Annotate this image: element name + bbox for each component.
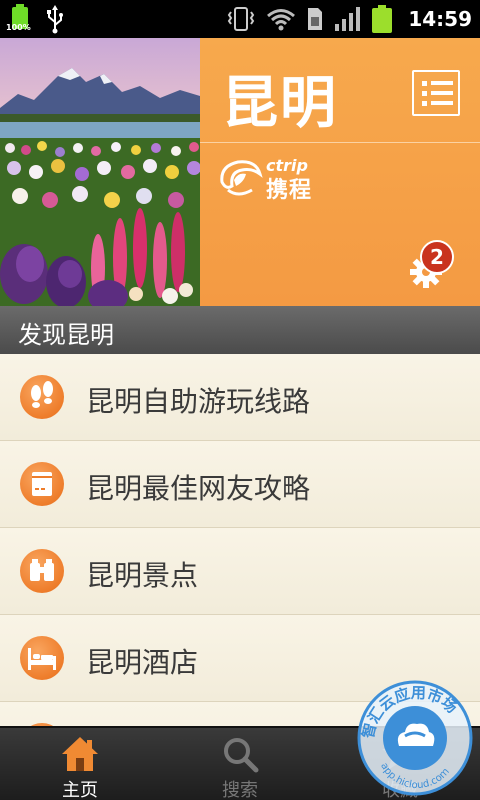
wifi-icon (267, 9, 296, 31)
ctrip-dolphin-icon (220, 160, 263, 196)
ctrip-chinese-text: 携程 (266, 178, 313, 203)
battery-icon (372, 5, 393, 33)
hicloud-watermark-logo: 智汇云应用市场 app.hicloud.com (357, 680, 473, 796)
city-photo (0, 38, 200, 306)
battery-percent-label: 100% (6, 23, 31, 32)
home-icon (62, 737, 98, 771)
tab-search-label: 搜索 (222, 780, 258, 800)
list-item-self-guided-routes[interactable]: 昆明自助游玩线路 (0, 354, 480, 441)
tab-home-label: 主页 (62, 780, 98, 800)
ctrip-logo: ctrip 携程 (216, 156, 336, 203)
vibrate-icon (228, 7, 255, 31)
list-item-user-guides[interactable]: 昆明最佳网友攻略 (0, 441, 480, 528)
list-item-label: 昆明景点 (86, 559, 199, 592)
tab-home[interactable]: 主页 (0, 728, 160, 800)
menu-button[interactable] (412, 70, 460, 116)
list-item-label: 昆明自助游玩线路 (86, 385, 311, 418)
binoculars-icon (20, 549, 64, 593)
status-bar: 100% 14:59 (0, 0, 480, 38)
battery-full-icon: 100% (6, 4, 31, 34)
search-icon (224, 738, 259, 773)
sim-card-icon (308, 8, 323, 30)
list-item-label: 昆明最佳网友攻略 (86, 472, 311, 505)
list-item-label: 昆明酒店 (86, 646, 199, 679)
city-info-panel: 昆明 ctrip 携程 2 (200, 38, 480, 306)
section-header: 发现昆明 (0, 306, 480, 354)
usb-icon (47, 5, 63, 34)
footprints-icon (20, 375, 64, 419)
notification-badge: 2 (420, 240, 454, 274)
clock-time: 14:59 (408, 7, 472, 31)
list-item-attractions[interactable]: 昆明景点 (0, 528, 480, 615)
city-header: 昆明 ctrip 携程 2 (0, 38, 480, 306)
discover-list: 昆明自助游玩线路 昆明最佳网友攻略 昆明景点 昆明酒店 (0, 354, 480, 726)
signal-icon (335, 7, 361, 31)
section-title: 发现昆明 (18, 321, 114, 349)
header-divider (200, 142, 480, 143)
bed-icon (20, 636, 64, 680)
tab-search[interactable]: 搜索 (160, 728, 320, 800)
city-title: 昆明 (222, 71, 338, 136)
book-icon (20, 462, 64, 506)
